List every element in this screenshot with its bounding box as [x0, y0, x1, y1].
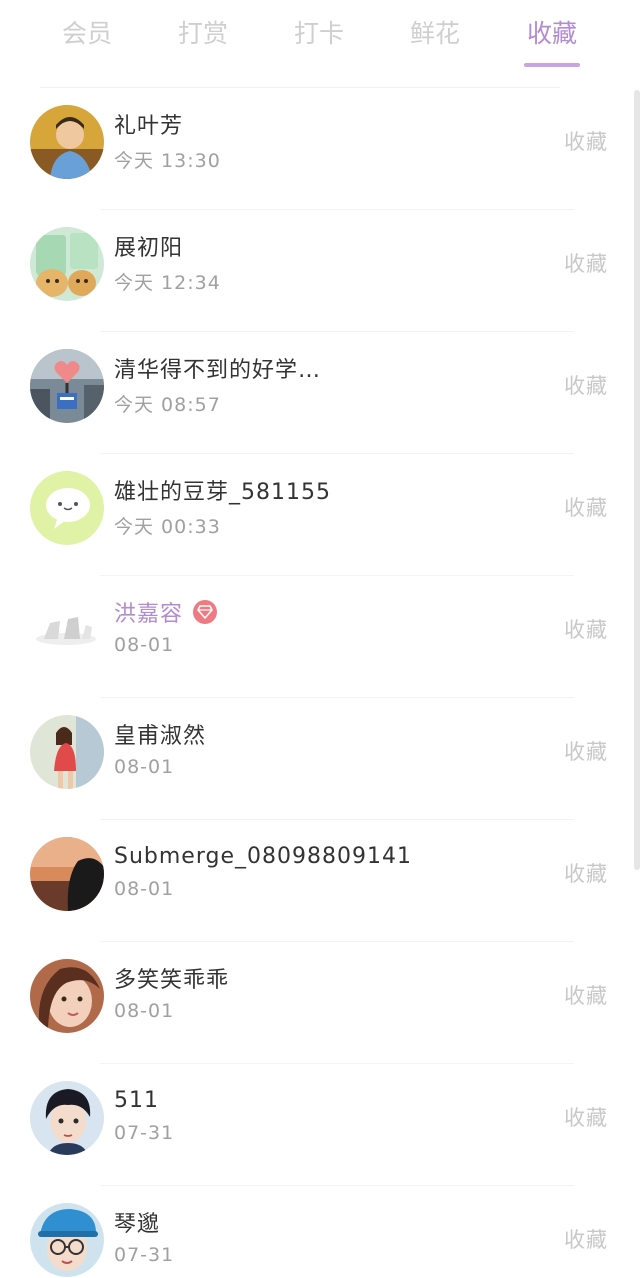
- tab-member[interactable]: 会员: [32, 0, 142, 70]
- list-item[interactable]: Submerge_08098809141 08-01 收藏: [0, 820, 634, 942]
- list-item[interactable]: 多笑笑乖乖 08-01 收藏: [0, 942, 634, 1064]
- favorite-button[interactable]: 收藏: [564, 980, 608, 1010]
- favorite-time: 今天 13:30: [114, 150, 221, 172]
- favorite-time: 今天 12:34: [114, 272, 221, 294]
- favorite-time: 08-01: [114, 878, 175, 900]
- user-name: 展初阳: [114, 236, 184, 261]
- favorite-button[interactable]: 收藏: [564, 492, 608, 522]
- favorite-button[interactable]: 收藏: [564, 126, 608, 156]
- favorites-list: 礼叶芳 今天 13:30 收藏 展初阳 今天 12:34 收藏 清华得不到的好学…: [0, 88, 634, 1278]
- user-name: 雄壮的豆芽_581155: [114, 480, 331, 505]
- photo-sunset-silhouette-icon[interactable]: [30, 837, 104, 911]
- user-name: Submerge_08098809141: [114, 843, 412, 869]
- cartoon-avatar-icon[interactable]: [30, 227, 104, 301]
- photo-boy-dark-hair-icon[interactable]: [30, 1081, 104, 1155]
- list-item[interactable]: 琴邈 07-31 收藏: [0, 1186, 634, 1278]
- favorite-time: 08-01: [114, 1000, 175, 1022]
- tab-reward[interactable]: 打赏: [148, 0, 258, 70]
- favorites-page: 会员 打赏 打卡 鲜花 收藏 礼叶芳 今天 13:30 收藏 展初阳 今天 12…: [0, 0, 640, 1278]
- favorite-button[interactable]: 收藏: [564, 1102, 608, 1132]
- photo-boy-cap-glasses-icon[interactable]: [30, 1203, 104, 1277]
- user-name: 511: [114, 1087, 159, 1113]
- favorite-time: 07-31: [114, 1122, 175, 1144]
- diamond-icon: [193, 600, 218, 624]
- favorite-time: 07-31: [114, 1244, 175, 1266]
- active-tab-indicator: [524, 63, 580, 67]
- user-name: 礼叶芳: [114, 114, 184, 139]
- list-item[interactable]: 511 07-31 收藏: [0, 1064, 634, 1186]
- tab-flowers[interactable]: 鲜花: [380, 0, 490, 70]
- favorite-button[interactable]: 收藏: [564, 370, 608, 400]
- list-item[interactable]: 洪嘉容 08-01 收藏: [0, 576, 634, 698]
- favorite-button[interactable]: 收藏: [564, 614, 608, 644]
- chat-bubble-avatar-icon[interactable]: [30, 471, 104, 545]
- favorite-time: 今天 08:57: [114, 394, 221, 416]
- scrollbar[interactable]: [634, 90, 640, 870]
- favorite-button[interactable]: 收藏: [564, 858, 608, 888]
- list-item[interactable]: 雄壮的豆芽_581155 今天 00:33 收藏: [0, 454, 634, 576]
- user-name: 洪嘉容: [114, 602, 184, 627]
- list-item[interactable]: 皇甫淑然 08-01 收藏: [0, 698, 634, 820]
- favorite-time: 08-01: [114, 634, 175, 656]
- heart-sign-photo-icon[interactable]: [30, 349, 104, 423]
- list-item[interactable]: 清华得不到的好学… 今天 08:57 收藏: [0, 332, 634, 454]
- favorite-button[interactable]: 收藏: [564, 736, 608, 766]
- user-name: 琴邈: [114, 1212, 161, 1237]
- list-item[interactable]: 礼叶芳 今天 13:30 收藏: [0, 88, 634, 210]
- favorite-time: 今天 00:33: [114, 516, 221, 538]
- user-name: 皇甫淑然: [114, 724, 207, 749]
- faded-sketch-avatar-icon[interactable]: [30, 593, 104, 667]
- list-item[interactable]: 展初阳 今天 12:34 收藏: [0, 210, 634, 332]
- photo-girl-red-icon[interactable]: [30, 715, 104, 789]
- tab-checkin[interactable]: 打卡: [264, 0, 374, 70]
- tab-favorites[interactable]: 收藏: [497, 0, 607, 70]
- favorite-time: 08-01: [114, 756, 175, 778]
- photo-boy-yellow-icon[interactable]: [30, 105, 104, 179]
- user-name: 清华得不到的好学…: [114, 358, 322, 383]
- photo-girl-closeup-icon[interactable]: [30, 959, 104, 1033]
- tab-bar: 会员 打赏 打卡 鲜花 收藏: [0, 0, 640, 86]
- favorite-button[interactable]: 收藏: [564, 1224, 608, 1254]
- user-name: 多笑笑乖乖: [114, 968, 230, 993]
- favorite-button[interactable]: 收藏: [564, 248, 608, 278]
